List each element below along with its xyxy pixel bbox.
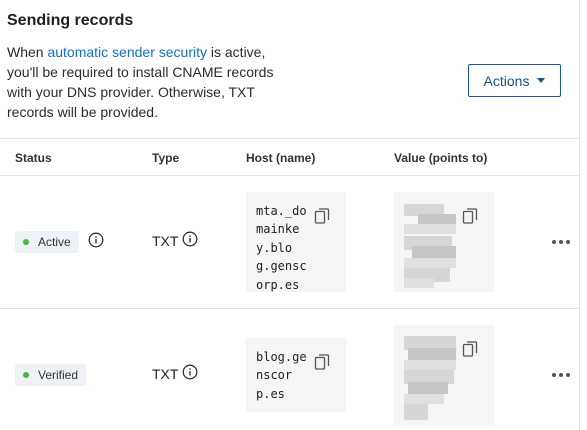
- status-badge: Verified: [15, 364, 87, 386]
- info-icon[interactable]: [182, 231, 198, 247]
- info-icon[interactable]: [88, 232, 104, 248]
- row-divider: [0, 308, 580, 309]
- panel-right-border: [579, 0, 580, 430]
- column-header-status: Status: [15, 151, 52, 165]
- description-prefix: When: [7, 44, 48, 60]
- host-value: blog.ge nscor p.es: [256, 350, 307, 401]
- column-header-type: Type: [152, 151, 180, 165]
- status-label: Verified: [38, 368, 79, 382]
- column-header-value: Value (points to): [394, 151, 488, 165]
- copy-icon[interactable]: [462, 340, 478, 358]
- table-header-divider: [0, 175, 580, 176]
- status-badge: Active: [15, 231, 79, 253]
- copy-icon[interactable]: [462, 207, 478, 225]
- actions-button-label: Actions: [483, 72, 530, 89]
- column-header-host: Host (name): [246, 151, 316, 165]
- actions-button[interactable]: Actions: [468, 64, 561, 97]
- automatic-sender-security-link[interactable]: automatic sender security: [47, 44, 207, 60]
- status-dot-icon: [23, 239, 29, 245]
- copy-icon[interactable]: [314, 207, 330, 225]
- host-value: mta._do mainke y.blo g.gensc orp.es: [256, 204, 307, 292]
- more-options-icon[interactable]: [552, 240, 570, 244]
- status-dot-icon: [23, 372, 29, 378]
- caret-down-icon: [537, 78, 546, 83]
- info-icon[interactable]: [182, 364, 198, 380]
- section-description: When automatic sender security is active…: [7, 42, 297, 122]
- more-options-icon[interactable]: [552, 373, 570, 377]
- status-label: Active: [38, 235, 71, 249]
- copy-icon[interactable]: [314, 353, 330, 371]
- section-title: Sending records: [7, 12, 134, 29]
- divider: [0, 138, 580, 139]
- record-type: TXT: [152, 366, 179, 382]
- record-type: TXT: [152, 233, 179, 249]
